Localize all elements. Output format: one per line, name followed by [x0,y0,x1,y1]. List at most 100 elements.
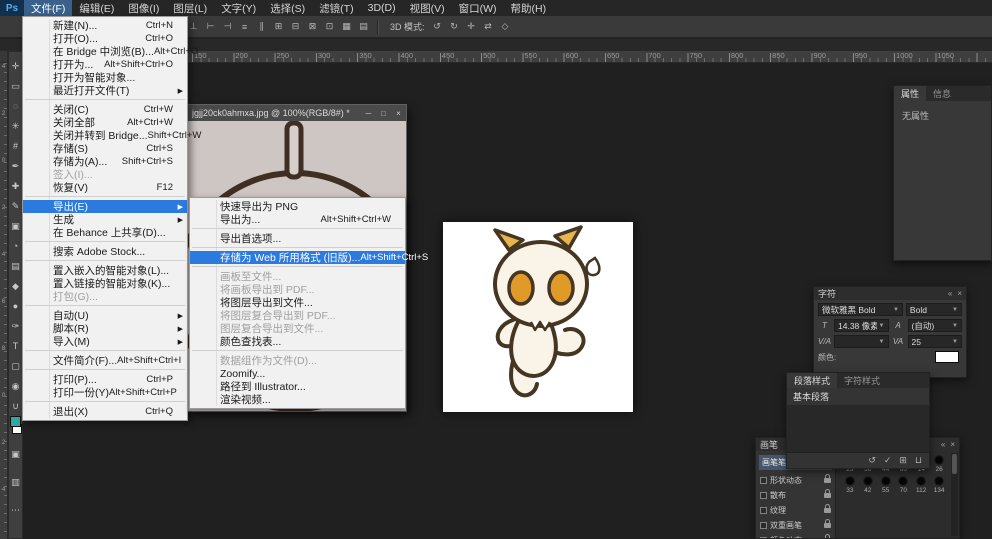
menu-item[interactable]: 渲染视频... [190,393,405,406]
eraser-tool[interactable]: ▤ [9,256,22,276]
checkbox-icon[interactable] [760,477,767,484]
hand-tool[interactable]: ∪ [9,396,22,416]
style-list-item[interactable]: 基本段落 [787,388,929,405]
blur-tool[interactable]: ● [9,296,22,316]
menu-item[interactable]: 搜索 Adobe Stock... [23,245,187,258]
menu-item[interactable]: 打包(G)... [23,290,187,303]
panel-tab[interactable]: 属性 [894,86,926,101]
text-color-swatch[interactable] [935,351,959,363]
panel-tab[interactable]: 字符样式 [837,373,887,388]
lasso-tool[interactable]: ◌ [9,96,22,116]
menubar-item[interactable]: 视图(V) [403,0,452,16]
healing-brush-tool[interactable]: ✚ [9,176,22,196]
type-tool[interactable]: T [9,336,22,356]
menubar-item[interactable]: 帮助(H) [504,0,554,16]
brush-option-item[interactable]: 形状动态 [756,473,835,488]
foreground-color-swatch[interactable] [10,416,21,427]
menubar-item[interactable]: 图像(I) [121,0,166,16]
checkbox-icon[interactable] [760,537,767,538]
document-title-bar[interactable]: jgjj20ck0ahmxa.jpg @ 100%(RGB/8#) * ─ □ … [187,105,406,121]
menu-item[interactable]: 存储为 Web 所用格式 (旧版)... Alt+Shift+Ctrl+S [190,251,405,264]
menu-item[interactable]: 脚本(R) ▶ [23,322,187,335]
menubar-item[interactable]: 文字(Y) [214,0,263,16]
font-style-select[interactable]: Bold ▼ [906,303,962,316]
menubar-item[interactable]: 3D(D) [361,0,403,16]
distribute-top-icon[interactable]: ⊞ [271,19,286,34]
menu-item[interactable]: 导出为... Alt+Shift+Ctrl+W [190,213,405,226]
clear-override-icon[interactable]: ✓ [884,455,892,466]
font-family-select[interactable]: 微软雅黑 Bold ▼ [818,303,903,316]
brush-option-item[interactable]: 双重画笔 [756,518,835,533]
menu-item[interactable]: 关闭(C) Ctrl+W [23,103,187,116]
menu-item[interactable]: 新建(N)... Ctrl+N [23,19,187,32]
scrollbar[interactable] [951,453,958,536]
magic-wand-tool[interactable]: ✳ [9,116,22,136]
gradient-tool[interactable]: ◆ [9,276,22,296]
shape-tool[interactable]: ◉ [9,376,22,396]
close-icon[interactable]: × [957,289,962,298]
document-canvas[interactable] [443,222,633,412]
3d-roll-icon[interactable]: ↻ [447,19,462,34]
menu-item[interactable]: 自动(U) ▶ [23,309,187,322]
brush-tool[interactable]: ✎ [9,196,22,216]
move-tool[interactable]: ✛ [9,56,22,76]
close-icon[interactable]: × [950,440,955,449]
brush-preset[interactable]: 33 [841,476,859,494]
clone-stamp-tool[interactable]: ▣ [9,216,22,236]
history-brush-tool[interactable]: ◔ [9,236,22,256]
brush-option-item[interactable]: 散布 [756,488,835,503]
close-button[interactable]: × [391,109,406,118]
lock-icon[interactable] [824,493,831,498]
menu-item[interactable]: 导入(M) ▶ [23,335,187,348]
align-bottom-edges-icon[interactable]: ⊥ [186,19,201,34]
menubar-item[interactable]: 图层(L) [166,0,214,16]
menu-item[interactable]: 导出(E) ▶ [23,200,187,213]
menu-item[interactable]: 数据组作为文件(D)... [190,354,405,367]
menubar-item[interactable]: 文件(F) [24,0,72,16]
marquee-tool[interactable]: ▭ [9,76,22,96]
minimize-button[interactable]: ─ [361,109,376,118]
panel-tab[interactable]: 段落样式 [787,373,837,388]
brush-preset[interactable]: 55 [877,476,895,494]
menubar-item[interactable]: 编辑(E) [72,0,121,16]
distribute-middle-icon[interactable]: ⊟ [288,19,303,34]
distribute-bottom-icon[interactable]: ⊠ [305,19,320,34]
menubar-item[interactable]: 滤镜(T) [312,0,360,16]
distribute-vertical-icon[interactable]: ∥ [254,19,269,34]
3d-slide-icon[interactable]: ⇄ [481,19,496,34]
redefine-style-icon[interactable]: ↺ [868,455,876,466]
menu-item[interactable]: 签入(I)... [23,168,187,181]
menu-item[interactable]: 置入链接的智能对象(K)... [23,277,187,290]
menu-item[interactable]: 退出(X) Ctrl+Q [23,405,187,418]
align-right-edges-icon[interactable]: ⊣ [220,19,235,34]
distribute-right-icon[interactable]: ▤ [356,19,371,34]
lock-icon[interactable] [824,523,831,528]
align-left-edges-icon[interactable]: ⊢ [203,19,218,34]
edit-toolbar-icon[interactable]: ⋯ [9,500,22,520]
checkbox-icon[interactable] [760,492,767,499]
checkbox-icon[interactable] [760,507,767,514]
new-style-icon[interactable]: ⊞ [899,455,907,466]
lock-icon[interactable] [824,508,831,513]
quick-mask-icon[interactable]: ▣ [9,444,22,464]
menu-item[interactable]: 恢复(V) F12 [23,181,187,194]
maximize-button[interactable]: □ [376,109,391,118]
checkbox-icon[interactable] [760,522,767,529]
3d-rotate-icon[interactable]: ↺ [430,19,445,34]
brush-option-item[interactable]: 纹理 [756,503,835,518]
distribute-center-icon[interactable]: ▦ [339,19,354,34]
path-select-tool[interactable]: ▢ [9,356,22,376]
3d-scale-icon[interactable]: ◇ [498,19,513,34]
menu-item[interactable]: 关闭并转到 Bridge... Shift+Ctrl+W [23,129,187,142]
menu-item[interactable]: 打印一份(Y) Alt+Shift+Ctrl+P [23,386,187,399]
menubar-item[interactable]: 选择(S) [263,0,312,16]
brush-option-item[interactable]: 颜色动态 [756,533,835,538]
brush-preset[interactable]: 112 [912,476,930,494]
brush-preset[interactable]: 70 [895,476,913,494]
leading-field[interactable]: (自动) ▼ [908,319,963,332]
tracking-field[interactable]: 25 ▼ [908,335,963,348]
menu-item[interactable]: 在 Behance 上共享(D)... [23,226,187,239]
scrollbar-thumb[interactable] [952,454,957,474]
3d-pan-icon[interactable]: ✛ [464,19,479,34]
brush-preset[interactable]: 134 [930,476,948,494]
